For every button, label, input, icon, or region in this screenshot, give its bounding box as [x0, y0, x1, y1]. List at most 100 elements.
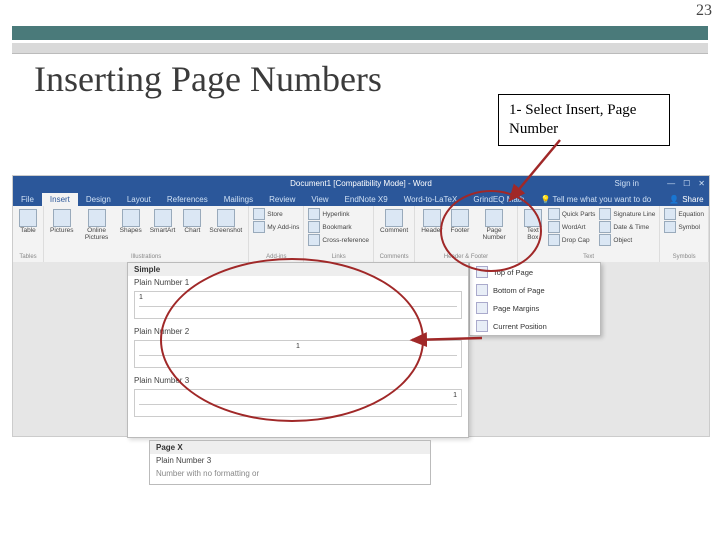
- tab-mailings[interactable]: Mailings: [216, 193, 261, 206]
- screenshot-icon: [217, 209, 235, 227]
- menu-page-margins[interactable]: Page Margins: [470, 299, 600, 317]
- slide-page-number: 23: [696, 2, 712, 20]
- symbol-icon: [664, 221, 676, 233]
- gallery-item-1-title: Plain Number 1: [128, 276, 468, 289]
- comment-button[interactable]: Comment: [378, 208, 410, 236]
- tab-file[interactable]: File: [13, 193, 42, 206]
- word-titlebar: Document1 [Compatibility Mode] - Word Si…: [13, 176, 709, 190]
- ribbon-group-headerfooter: Header Footer Page Number Header & Foote…: [415, 206, 518, 262]
- close-icon[interactable]: ✕: [698, 179, 705, 188]
- tab-review[interactable]: Review: [261, 193, 303, 206]
- callout-step-1: 1- Select Insert, Page Number: [498, 94, 670, 146]
- page-number-icon: [485, 209, 503, 227]
- crossref-icon: [308, 234, 320, 246]
- header-icon: [423, 209, 441, 227]
- tab-word2latex[interactable]: Word-to-LaTeX: [396, 193, 466, 206]
- shapes-icon: [122, 209, 140, 227]
- ribbon: Table Tables Pictures Online Pictures Sh…: [13, 206, 709, 263]
- datetime-icon: [599, 221, 611, 233]
- word-document-area: Top of Page Bottom of Page Page Margins …: [13, 262, 709, 436]
- quickparts-button[interactable]: Quick Parts: [548, 208, 596, 220]
- gallery-sub-item-desc: Number with no formatting or: [150, 467, 430, 480]
- myaddins-icon: [253, 221, 265, 233]
- top-of-page-icon: [476, 266, 488, 278]
- gallery-item-3-title: Plain Number 3: [128, 374, 468, 387]
- tab-design[interactable]: Design: [78, 193, 119, 206]
- sigline-button[interactable]: Signature Line: [599, 208, 655, 220]
- textbox-button[interactable]: Text Box: [522, 208, 544, 242]
- crossref-button[interactable]: Cross-reference: [308, 234, 369, 246]
- tell-me[interactable]: 💡 Tell me what you want to do: [532, 193, 659, 206]
- menu-top-of-page[interactable]: Top of Page: [470, 263, 600, 281]
- table-icon: [19, 209, 37, 227]
- shapes-button[interactable]: Shapes: [118, 208, 144, 236]
- pictures-icon: [53, 209, 71, 227]
- minimize-icon[interactable]: —: [667, 179, 675, 188]
- tab-references[interactable]: References: [159, 193, 216, 206]
- wordart-icon: [548, 221, 560, 233]
- word-screenshot: Document1 [Compatibility Mode] - Word Si…: [12, 175, 710, 437]
- footer-button[interactable]: Footer: [449, 208, 472, 236]
- textbox-icon: [524, 209, 542, 227]
- bookmark-icon: [308, 221, 320, 233]
- gallery-item-1[interactable]: 1: [134, 291, 462, 319]
- datetime-button[interactable]: Date & Time: [599, 221, 655, 233]
- dropcap-icon: [548, 234, 560, 246]
- smartart-icon: [154, 209, 172, 227]
- online-pictures-button[interactable]: Online Pictures: [79, 208, 113, 242]
- chart-button[interactable]: Chart: [181, 208, 203, 236]
- gallery-section-pagex: Page X: [150, 441, 430, 454]
- ribbon-group-illustrations: Pictures Online Pictures Shapes SmartArt…: [44, 206, 249, 262]
- gallery-sub-item-title: Plain Number 3: [150, 454, 430, 467]
- gallery-item-3[interactable]: 1: [134, 389, 462, 417]
- ribbon-tabs: File Insert Design Layout References Mai…: [13, 190, 709, 206]
- signin-link[interactable]: Sign in: [615, 179, 639, 188]
- ribbon-group-addins: Store My Add-ins Add-ins: [249, 206, 304, 262]
- maximize-icon[interactable]: ☐: [683, 179, 690, 188]
- hyperlink-icon: [308, 208, 320, 220]
- header-button[interactable]: Header: [419, 208, 444, 236]
- word-title: Document1 [Compatibility Mode] - Word: [290, 179, 432, 188]
- object-icon: [599, 234, 611, 246]
- store-button[interactable]: Store: [253, 208, 299, 220]
- share-button[interactable]: 👤 Share: [659, 193, 713, 206]
- wordart-button[interactable]: WordArt: [548, 221, 596, 233]
- sigline-icon: [599, 208, 611, 220]
- footer-icon: [451, 209, 469, 227]
- smartart-button[interactable]: SmartArt: [148, 208, 178, 236]
- current-position-icon: [476, 320, 488, 332]
- gallery-item-2[interactable]: 1: [134, 340, 462, 368]
- tab-endnote[interactable]: EndNote X9: [337, 193, 396, 206]
- menu-bottom-of-page[interactable]: Bottom of Page: [470, 281, 600, 299]
- decor-bar-gray: [12, 43, 708, 54]
- ribbon-group-links: Hyperlink Bookmark Cross-reference Links: [304, 206, 374, 262]
- ribbon-group-symbols: Equation Symbol Symbols: [660, 206, 709, 262]
- store-icon: [253, 208, 265, 220]
- gallery-section-simple: Simple: [128, 263, 468, 276]
- dropcap-button[interactable]: Drop Cap: [548, 234, 596, 246]
- tab-layout[interactable]: Layout: [119, 193, 159, 206]
- chart-icon: [183, 209, 201, 227]
- page-number-button[interactable]: Page Number: [475, 208, 512, 242]
- hyperlink-button[interactable]: Hyperlink: [308, 208, 369, 220]
- myaddins-button[interactable]: My Add-ins: [253, 221, 299, 233]
- bookmark-button[interactable]: Bookmark: [308, 221, 369, 233]
- tab-view[interactable]: View: [303, 193, 336, 206]
- screenshot-button[interactable]: Screenshot: [207, 208, 244, 236]
- ribbon-group-text: Text Box Quick Parts WordArt Drop Cap Si…: [518, 206, 661, 262]
- quickparts-icon: [548, 208, 560, 220]
- ribbon-group-comments: Comment Comments: [374, 206, 415, 262]
- page-number-gallery-continued: Page X Plain Number 3 Number with no for…: [149, 440, 431, 485]
- object-button[interactable]: Object: [599, 234, 655, 246]
- slide: 23 Inserting Page Numbers 1- Select Inse…: [0, 0, 720, 540]
- pictures-button[interactable]: Pictures: [48, 208, 75, 236]
- tab-grindeq[interactable]: GrindEQ Math: [465, 193, 532, 206]
- tab-insert[interactable]: Insert: [42, 193, 78, 206]
- menu-current-position[interactable]: Current Position: [470, 317, 600, 335]
- table-button[interactable]: Table: [17, 208, 39, 236]
- online-pictures-icon: [88, 209, 106, 227]
- equation-button[interactable]: Equation: [664, 208, 704, 220]
- symbol-button[interactable]: Symbol: [664, 221, 704, 233]
- page-number-dropdown: Top of Page Bottom of Page Page Margins …: [469, 262, 601, 336]
- bottom-of-page-icon: [476, 284, 488, 296]
